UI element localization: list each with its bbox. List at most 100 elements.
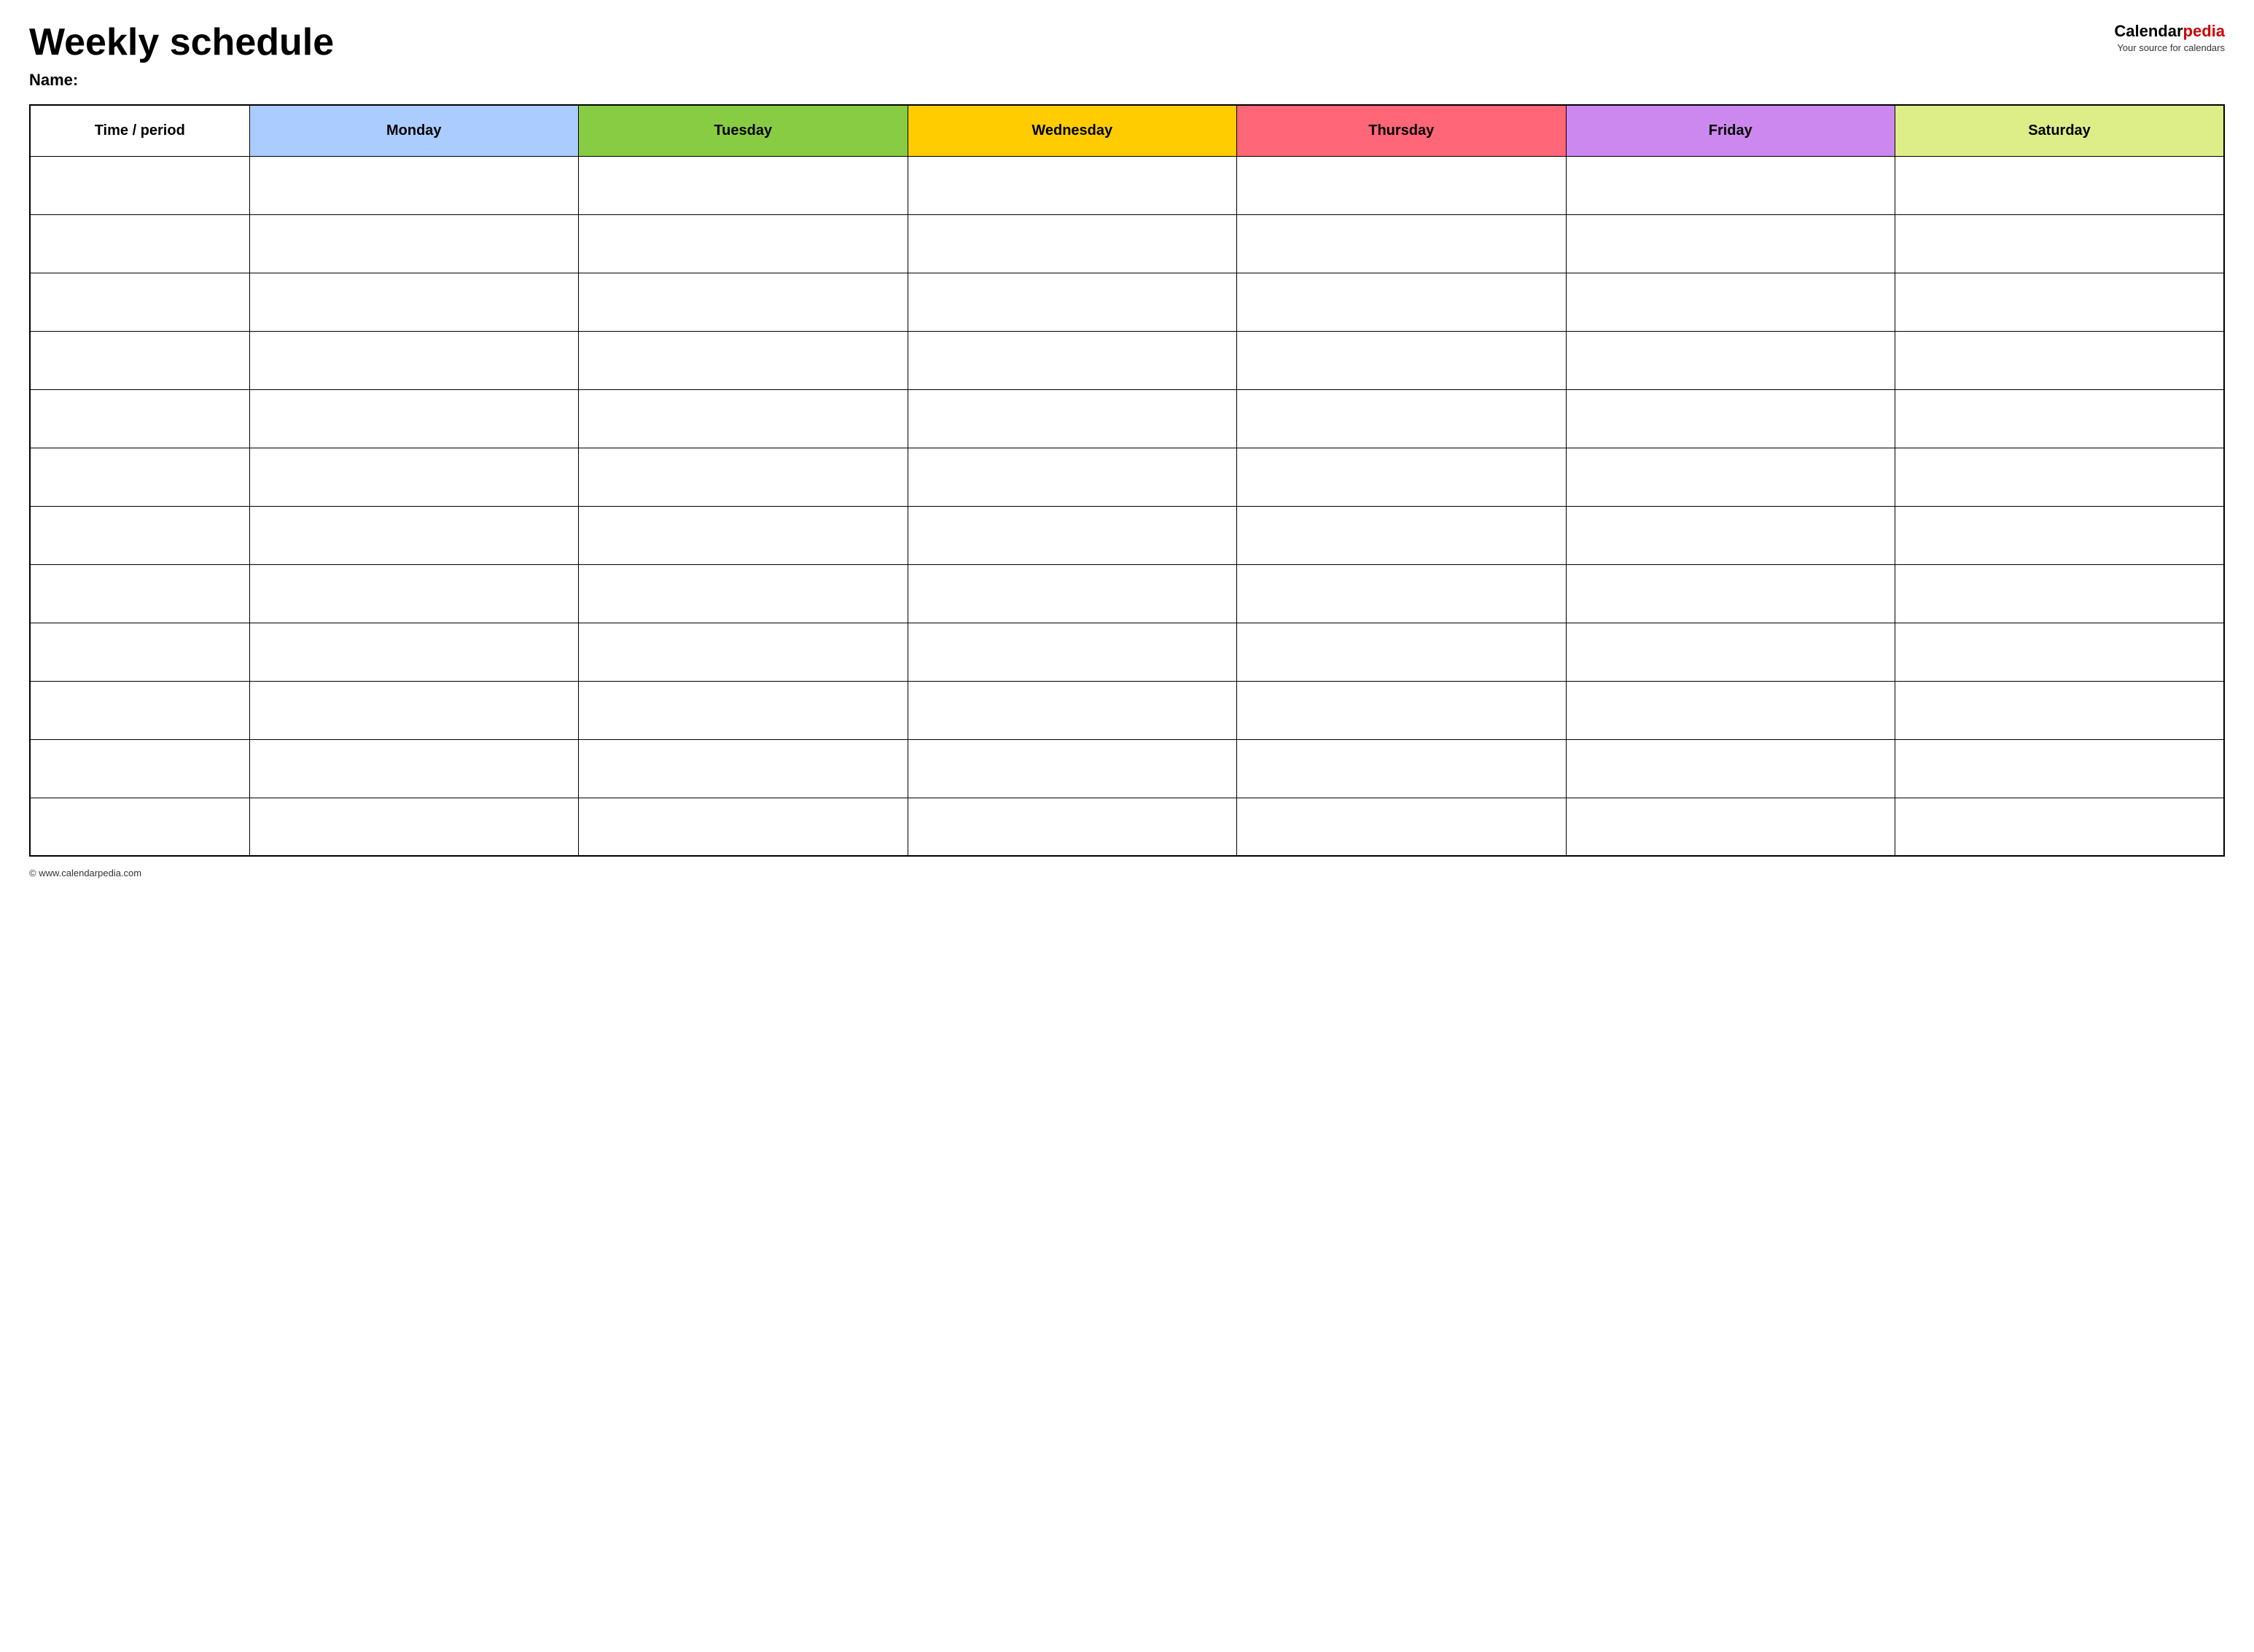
table-cell[interactable]: [30, 506, 249, 564]
table-cell[interactable]: [579, 273, 908, 331]
page-title: Weekly schedule: [29, 22, 334, 63]
table-cell[interactable]: [908, 739, 1237, 798]
table-cell[interactable]: [1237, 798, 1567, 856]
table-cell[interactable]: [1237, 331, 1567, 389]
table-cell[interactable]: [908, 214, 1237, 273]
table-cell[interactable]: [249, 739, 579, 798]
table-cell[interactable]: [1237, 214, 1567, 273]
table-cell[interactable]: [908, 156, 1237, 214]
table-cell[interactable]: [30, 331, 249, 389]
table-cell[interactable]: [908, 623, 1237, 681]
table-cell[interactable]: [1895, 448, 2225, 506]
table-cell[interactable]: [1566, 389, 1895, 448]
table-cell[interactable]: [1566, 214, 1895, 273]
table-cell[interactable]: [249, 681, 579, 739]
table-row: [30, 739, 2224, 798]
table-row: [30, 564, 2224, 623]
table-cell[interactable]: [908, 506, 1237, 564]
table-cell[interactable]: [1895, 739, 2225, 798]
table-cell[interactable]: [1895, 564, 2225, 623]
table-cell[interactable]: [30, 448, 249, 506]
table-cell[interactable]: [1895, 389, 2225, 448]
table-row: [30, 214, 2224, 273]
table-cell[interactable]: [1566, 506, 1895, 564]
table-cell[interactable]: [1566, 564, 1895, 623]
table-cell[interactable]: [579, 214, 908, 273]
table-cell[interactable]: [579, 623, 908, 681]
logo-pedia: pedia: [2183, 22, 2225, 40]
table-cell[interactable]: [30, 273, 249, 331]
table-cell[interactable]: [579, 389, 908, 448]
header-thursday: Thursday: [1237, 105, 1567, 156]
table-cell[interactable]: [908, 798, 1237, 856]
table-cell[interactable]: [1237, 739, 1567, 798]
table-cell[interactable]: [1237, 389, 1567, 448]
table-cell[interactable]: [30, 739, 249, 798]
table-cell[interactable]: [1895, 273, 2225, 331]
table-cell[interactable]: [1895, 623, 2225, 681]
table-cell[interactable]: [1895, 681, 2225, 739]
table-cell[interactable]: [249, 214, 579, 273]
table-cell[interactable]: [1237, 681, 1567, 739]
table-cell[interactable]: [1237, 506, 1567, 564]
table-cell[interactable]: [249, 448, 579, 506]
table-cell[interactable]: [1895, 214, 2225, 273]
table-cell[interactable]: [249, 564, 579, 623]
table-row: [30, 506, 2224, 564]
table-cell[interactable]: [249, 798, 579, 856]
table-cell[interactable]: [249, 156, 579, 214]
table-cell[interactable]: [1566, 273, 1895, 331]
table-cell[interactable]: [30, 681, 249, 739]
table-cell[interactable]: [1566, 739, 1895, 798]
table-cell[interactable]: [249, 623, 579, 681]
table-cell[interactable]: [1895, 798, 2225, 856]
table-cell[interactable]: [1895, 156, 2225, 214]
title-section: Weekly schedule Name:: [29, 22, 334, 90]
table-cell[interactable]: [1895, 331, 2225, 389]
table-cell[interactable]: [908, 564, 1237, 623]
table-cell[interactable]: [1237, 156, 1567, 214]
table-cell[interactable]: [579, 448, 908, 506]
table-cell[interactable]: [1566, 623, 1895, 681]
table-cell[interactable]: [579, 506, 908, 564]
table-cell[interactable]: [579, 798, 908, 856]
logo-section: Calendarpedia Your source for calendars: [2114, 22, 2225, 53]
table-cell[interactable]: [579, 681, 908, 739]
table-cell[interactable]: [1566, 681, 1895, 739]
table-cell[interactable]: [1566, 331, 1895, 389]
table-cell[interactable]: [1237, 448, 1567, 506]
table-cell[interactable]: [249, 331, 579, 389]
table-cell[interactable]: [579, 156, 908, 214]
table-cell[interactable]: [1895, 506, 2225, 564]
table-row: [30, 156, 2224, 214]
table-cell[interactable]: [579, 739, 908, 798]
schedule-table: Time / period Monday Tuesday Wednesday T…: [29, 104, 2225, 857]
table-cell[interactable]: [1237, 564, 1567, 623]
table-row: [30, 389, 2224, 448]
header-monday: Monday: [249, 105, 579, 156]
table-header-row: Time / period Monday Tuesday Wednesday T…: [30, 105, 2224, 156]
table-cell[interactable]: [908, 448, 1237, 506]
table-cell[interactable]: [30, 564, 249, 623]
table-cell[interactable]: [579, 331, 908, 389]
table-cell[interactable]: [1566, 156, 1895, 214]
table-cell[interactable]: [30, 623, 249, 681]
table-cell[interactable]: [579, 564, 908, 623]
table-cell[interactable]: [1566, 448, 1895, 506]
table-cell[interactable]: [30, 389, 249, 448]
table-cell[interactable]: [908, 681, 1237, 739]
table-row: [30, 448, 2224, 506]
footer-url: © www.calendarpedia.com: [29, 868, 141, 878]
table-cell[interactable]: [30, 156, 249, 214]
table-cell[interactable]: [908, 389, 1237, 448]
table-cell[interactable]: [1566, 798, 1895, 856]
table-cell[interactable]: [30, 798, 249, 856]
table-cell[interactable]: [249, 506, 579, 564]
table-cell[interactable]: [249, 389, 579, 448]
table-cell[interactable]: [1237, 273, 1567, 331]
table-cell[interactable]: [1237, 623, 1567, 681]
table-cell[interactable]: [908, 273, 1237, 331]
table-cell[interactable]: [908, 331, 1237, 389]
table-cell[interactable]: [249, 273, 579, 331]
table-cell[interactable]: [30, 214, 249, 273]
